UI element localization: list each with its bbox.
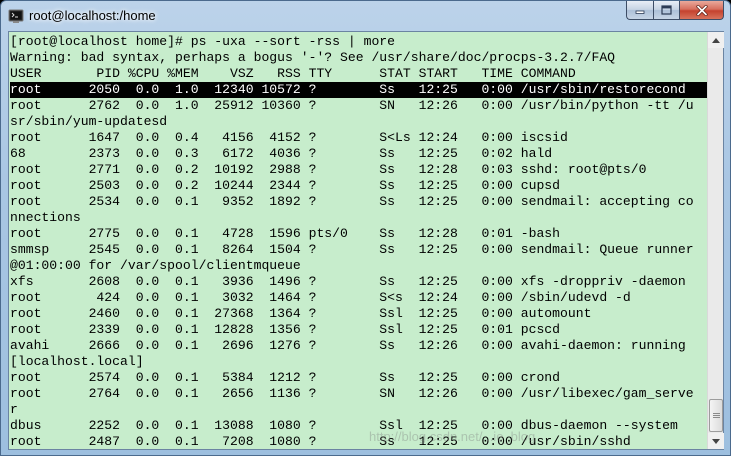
- terminal-line: root 2460 0.0 0.1 27368 1364 ? Ssl 12:25…: [10, 306, 592, 321]
- terminal-line: root 2762 0.0 1.0 25912 10360 ? SN 12:26…: [10, 98, 694, 113]
- terminal-line-selected: root 2050 0.0 1.0 12340 10572 ? Ss 12:25…: [10, 82, 707, 98]
- minimize-button[interactable]: [626, 1, 653, 20]
- window-title: root@localhost:/home: [29, 8, 156, 23]
- terminal-line: root 1647 0.0 0.4 4156 4152 ? S<Ls 12:24…: [10, 130, 568, 145]
- terminal-line: [localhost.local]: [10, 354, 144, 369]
- terminal-line: root 424 0.0 0.1 3032 1464 ? S<s 12:24 0…: [10, 290, 631, 305]
- terminal-line: USER PID %CPU %MEM VSZ RSS TTY STAT STAR…: [10, 66, 576, 81]
- terminal-line: sr/sbin/yum-updatesd: [10, 114, 168, 129]
- terminal-line: xfs 2608 0.0 0.1 3936 1496 ? Ss 12:25 0:…: [10, 274, 686, 289]
- terminal-window: root@localhost:/home [root@localhost hom…: [0, 0, 731, 456]
- scrollbar-thumb[interactable]: [709, 399, 723, 432]
- terminal-line: nnections: [10, 210, 81, 225]
- terminal-line: avahi 2666 0.0 0.1 2696 1276 ? Ss 12:26 …: [10, 338, 686, 353]
- terminal-line: @01:00:00 for /var/spool/clientmqueue: [10, 258, 301, 273]
- terminal-line: Warning: bad syntax, perhaps a bogus '-'…: [10, 50, 616, 65]
- terminal-line: r: [10, 402, 18, 417]
- maximize-icon: [661, 5, 672, 15]
- scroll-up-button[interactable]: [708, 32, 724, 48]
- window-controls: [626, 1, 724, 21]
- maximize-button[interactable]: [653, 1, 679, 20]
- scroll-down-button[interactable]: [708, 433, 724, 449]
- terminal-line: root 2775 0.0 0.1 4728 1596 pts/0 Ss 12:…: [10, 226, 561, 241]
- terminal-line: root 2574 0.0 0.1 5384 1212 ? Ss 12:25 0…: [10, 370, 561, 385]
- title-bar[interactable]: root@localhost:/home: [1, 1, 730, 31]
- terminal-line: dbus 2252 0.0 0.1 13088 1080 ? Ssl 12:25…: [10, 418, 678, 433]
- terminal-line: 68 2373 0.0 0.3 6172 4036 ? Ss 12:25 0:0…: [10, 146, 553, 161]
- terminal-line: root 2487 0.0 0.1 7208 1080 ? Ss 12:25 0…: [10, 434, 631, 449]
- vertical-scrollbar[interactable]: [707, 32, 724, 449]
- minimize-icon: [635, 10, 645, 14]
- terminal-line: root 2339 0.0 0.1 12828 1356 ? Ssl 12:25…: [10, 322, 561, 337]
- terminal-line: root 2503 0.0 0.2 10244 2344 ? Ss 12:25 …: [10, 178, 561, 193]
- scroll-up-arrow-icon: [712, 37, 720, 43]
- close-button[interactable]: [679, 1, 724, 20]
- terminal-line: [root@localhost home]# ps -uxa --sort -r…: [10, 34, 396, 49]
- terminal-line: root 2771 0.0 0.2 10192 2988 ? Ss 12:28 …: [10, 162, 647, 177]
- terminal-client-area: [root@localhost home]# ps -uxa --sort -r…: [8, 31, 724, 450]
- terminal-line: root 2764 0.0 0.1 2656 1136 ? SN 12:26 0…: [10, 386, 694, 401]
- terminal-output[interactable]: [root@localhost home]# ps -uxa --sort -r…: [9, 32, 707, 449]
- close-icon: [695, 4, 708, 16]
- scroll-down-arrow-icon: [712, 438, 720, 444]
- terminal-icon: [8, 9, 24, 23]
- terminal-line: smmsp 2545 0.0 0.1 8264 1504 ? Ss 12:25 …: [10, 242, 694, 257]
- watermark: http://blog.csdn.net/...ie_blog: [369, 429, 536, 444]
- terminal-line: root 2534 0.0 0.1 9352 1892 ? Ss 12:25 0…: [10, 194, 694, 209]
